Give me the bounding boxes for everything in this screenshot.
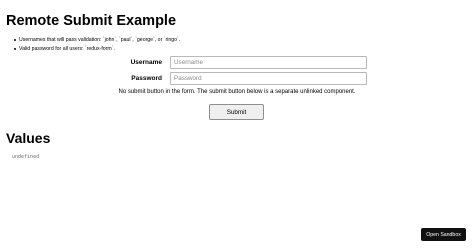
values-output: undefined	[12, 154, 40, 160]
password-input[interactable]	[170, 72, 367, 85]
instructions-list: Usernames that will pass validation: `jo…	[14, 36, 180, 53]
form-note: No submit button in the form. The submit…	[118, 89, 356, 95]
username-row: Username	[0, 56, 474, 69]
page-title: Remote Submit Example	[6, 13, 177, 29]
page: Remote Submit Example Usernames that wil…	[0, 0, 474, 248]
list-item: Valid password for all users: `redux-for…	[14, 45, 180, 54]
list-item: Usernames that will pass validation: `jo…	[14, 36, 180, 45]
password-row: Password	[0, 72, 474, 85]
username-input[interactable]	[170, 56, 367, 69]
submit-button[interactable]: Submit	[209, 104, 264, 120]
password-label: Password	[131, 75, 162, 82]
open-sandbox-button[interactable]: Open Sandbox	[421, 228, 466, 241]
values-heading: Values	[6, 130, 51, 146]
username-label: Username	[130, 59, 162, 66]
